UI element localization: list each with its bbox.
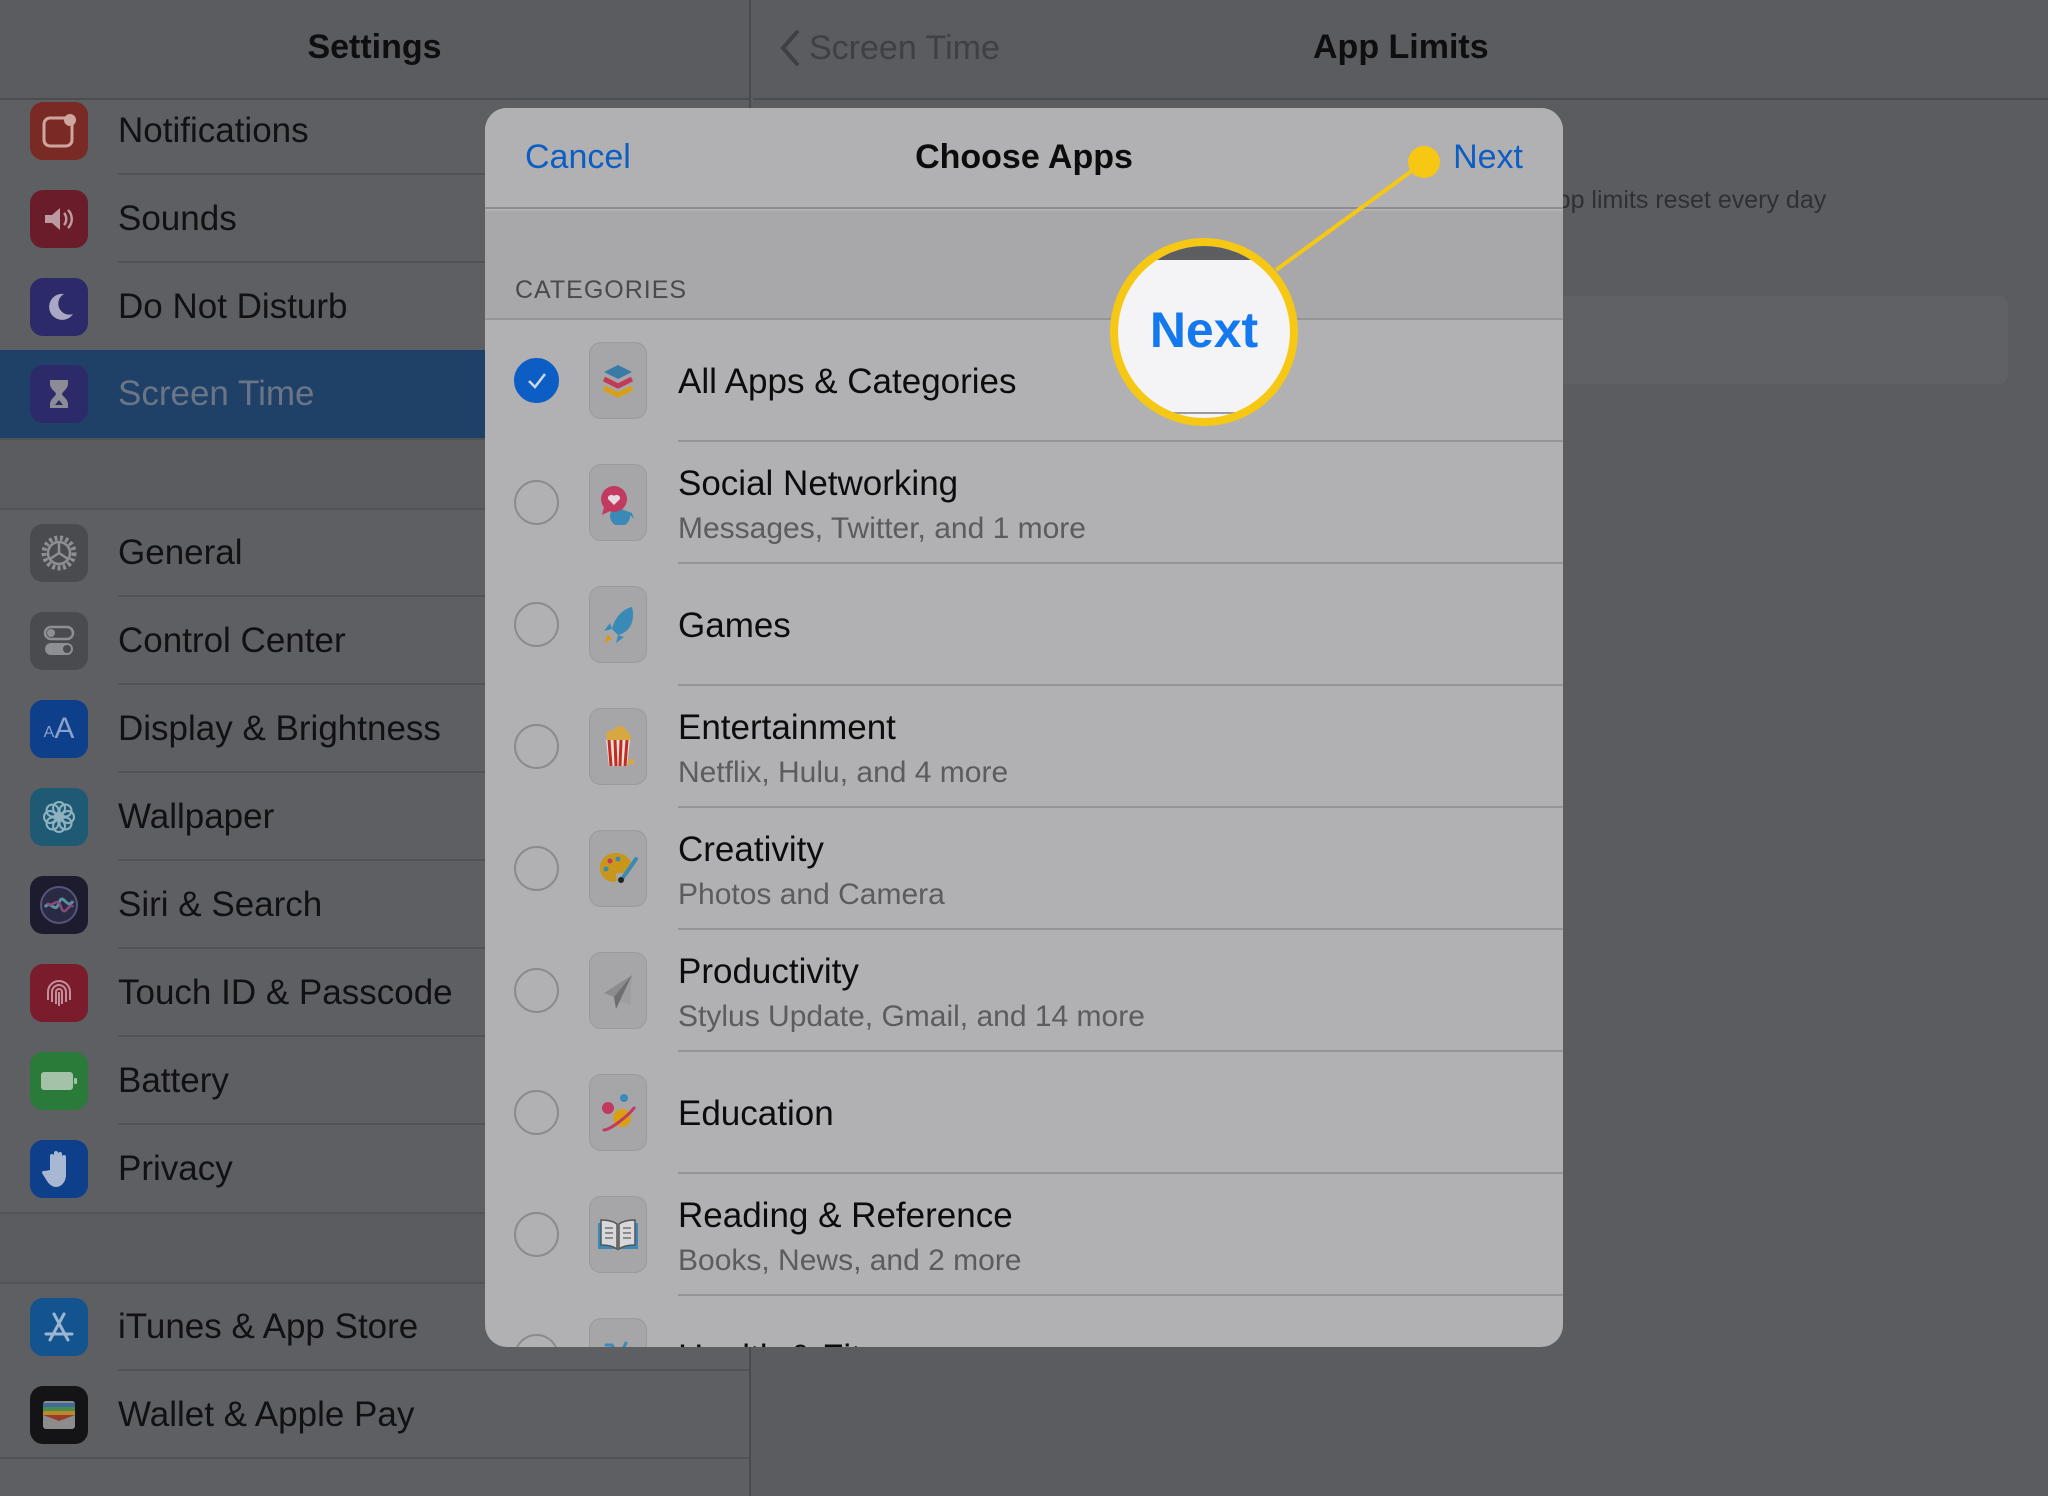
category-subtitle: Messages, Twitter, and 1 more: [678, 512, 1086, 545]
battery-icon: [30, 1052, 88, 1110]
category-row-education[interactable]: Education: [485, 1052, 1563, 1174]
category-subtitle: Netflix, Hulu, and 4 more: [678, 756, 1009, 789]
callout-header-strip: [1118, 246, 1290, 260]
category-title: Health & Fitness: [678, 1338, 935, 1347]
detail-header: Screen Time App Limits: [753, 0, 2048, 100]
category-row-productivity[interactable]: Productivity Stylus Update, Gmail, and 1…: [485, 930, 1563, 1052]
category-row-social-networking[interactable]: Social Networking Messages, Twitter, and…: [485, 442, 1563, 564]
sidebar-item-label: iTunes & App Store: [118, 1307, 419, 1346]
checkmark-icon: [527, 372, 546, 389]
sidebar-item-label: Touch ID & Passcode: [118, 973, 453, 1012]
callout-divider: [1118, 412, 1290, 414]
category-row-entertainment[interactable]: Entertainment Netflix, Hulu, and 4 more: [485, 686, 1563, 808]
category-row-health-fitness[interactable]: Health & Fitness: [485, 1296, 1563, 1347]
gear-icon: [30, 524, 88, 582]
book-icon: [589, 1196, 647, 1273]
sidebar-item-label: Wallet & Apple Pay: [118, 1395, 415, 1434]
category-title: Creativity: [678, 830, 824, 869]
palette-icon: [589, 830, 647, 907]
category-row-all-apps[interactable]: All Apps & Categories: [485, 320, 1563, 442]
page-title: App Limits: [1313, 28, 1489, 66]
hand-icon: [30, 1140, 88, 1198]
callout-label: Next: [1149, 302, 1259, 358]
category-title: Social Networking: [678, 464, 959, 503]
category-list: All Apps & Categories Social Networking …: [485, 320, 1563, 1347]
checkbox-unchecked[interactable]: [514, 846, 559, 891]
category-title: Entertainment: [678, 708, 896, 747]
choose-apps-modal: Cancel Choose Apps Next CATEGORIES All A…: [485, 108, 1563, 1347]
moon-icon: [30, 278, 88, 336]
app-limits-hint: App limits reset every day: [1540, 186, 1827, 214]
flower-icon: [30, 788, 88, 846]
rocket-icon: [589, 586, 647, 663]
checkbox-unchecked[interactable]: [514, 724, 559, 769]
checkbox-unchecked[interactable]: [514, 1090, 559, 1135]
category-row-creativity[interactable]: Creativity Photos and Camera: [485, 808, 1563, 930]
sidebar-item-label: General: [118, 533, 243, 572]
modal-title: Choose Apps: [915, 138, 1133, 176]
fingerprint-icon: [30, 964, 88, 1022]
sidebar-item-label: Do Not Disturb: [118, 287, 348, 326]
sidebar-item-label: Control Center: [118, 621, 346, 660]
next-button[interactable]: Next: [1453, 138, 1523, 177]
checkbox-unchecked[interactable]: [514, 968, 559, 1013]
category-title: Reading & Reference: [678, 1196, 1013, 1235]
checkbox-unchecked[interactable]: [514, 1212, 559, 1257]
chat-bubbles-icon: [589, 464, 647, 541]
category-row-games[interactable]: Games: [485, 564, 1563, 686]
divider: [0, 1457, 749, 1459]
category-title: Games: [678, 606, 791, 645]
paper-plane-icon: [589, 952, 647, 1029]
category-subtitle: Stylus Update, Gmail, and 14 more: [678, 1000, 1145, 1033]
checkbox-checked[interactable]: [514, 358, 559, 403]
sidebar-item-label: Notifications: [118, 111, 309, 150]
planet-icon: [589, 1074, 647, 1151]
popcorn-icon: [589, 708, 647, 785]
chevron-left-icon: [780, 30, 799, 66]
category-subtitle: Books, News, and 2 more: [678, 1244, 1022, 1277]
category-title: Education: [678, 1094, 834, 1133]
add-limit-card[interactable]: [1540, 296, 2008, 384]
back-button[interactable]: Screen Time: [777, 28, 1000, 68]
category-row-reading-reference[interactable]: Reading & Reference Books, News, and 2 m…: [485, 1174, 1563, 1296]
checkbox-unchecked[interactable]: [514, 602, 559, 647]
sidebar-header: Settings: [0, 0, 749, 100]
text-size-icon: AA: [30, 700, 88, 758]
category-title: Productivity: [678, 952, 859, 991]
category-subtitle: Photos and Camera: [678, 878, 945, 911]
back-label: Screen Time: [809, 28, 1000, 67]
sidebar-title: Settings: [307, 28, 442, 66]
siri-icon: [30, 876, 88, 934]
app-store-icon: [30, 1298, 88, 1356]
section-label: CATEGORIES: [515, 276, 688, 304]
checkbox-unchecked[interactable]: [514, 1334, 559, 1347]
sidebar-item-label: Privacy: [118, 1149, 233, 1188]
category-title: All Apps & Categories: [678, 362, 1017, 401]
sidebar-item-label: Siri & Search: [118, 885, 323, 924]
stack-icon: [589, 342, 647, 419]
bike-icon: [589, 1318, 647, 1347]
sidebar-item-label: Battery: [118, 1061, 229, 1100]
callout-dot: [1408, 146, 1440, 178]
hourglass-icon: [30, 365, 88, 423]
sidebar-item-label: Screen Time: [118, 374, 315, 413]
toggles-icon: [30, 612, 88, 670]
checkbox-unchecked[interactable]: [514, 480, 559, 525]
sidebar-item-label: Sounds: [118, 199, 237, 238]
sidebar-item-label: Display & Brightness: [118, 709, 441, 748]
sidebar-item-label: Wallpaper: [118, 797, 275, 836]
modal-header: Cancel Choose Apps Next: [485, 108, 1563, 209]
notifications-icon: [30, 102, 88, 160]
wallet-icon: [30, 1386, 88, 1444]
speaker-icon: [30, 190, 88, 248]
callout-magnifier: Next: [1110, 238, 1298, 426]
sidebar-item-wallet-apple-pay[interactable]: Wallet & Apple Pay: [0, 1371, 749, 1459]
